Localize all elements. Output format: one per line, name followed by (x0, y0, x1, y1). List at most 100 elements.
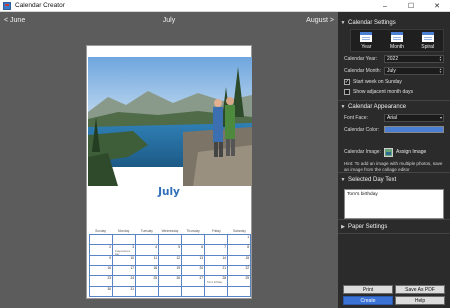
day-text-input[interactable]: Tom's birthday (344, 189, 444, 219)
appearance-header[interactable]: ▼ Calendar Appearance (338, 102, 450, 111)
calendar-grid: 1 2 3 Independence Day 4 5 6 7 8 9 10 11 12 13 14 15 16 1… (89, 234, 251, 297)
settings-panel: ▼ Calendar Settings Year Month Spiral Ca… (338, 12, 450, 308)
font-select[interactable]: Arial ▾ (384, 114, 444, 122)
image-label: Calendar Image: (344, 149, 381, 155)
day-cell[interactable]: 9 (90, 255, 113, 266)
day-cell[interactable]: 21 (205, 265, 228, 277)
day-cell[interactable]: 25 (136, 276, 159, 287)
day-cell[interactable]: 16 (90, 265, 113, 277)
day-number: 2 (109, 245, 111, 250)
minimize-button[interactable]: – (372, 0, 398, 12)
day-text-header[interactable]: ▼ Selected Day Text (338, 175, 450, 184)
save-pdf-button[interactable]: Save As PDF (395, 285, 445, 294)
close-button[interactable]: ✕ (424, 0, 450, 12)
day-cell[interactable]: 12 (159, 255, 182, 266)
paper-settings-header[interactable]: ▶ Paper Settings (338, 222, 450, 231)
view-type-selector: Year Month Spiral (350, 29, 444, 52)
day-cell[interactable] (90, 235, 113, 246)
calendar-year-icon (360, 31, 373, 42)
month-value: July (387, 68, 396, 74)
assign-label: Assign Image (396, 149, 427, 155)
day-cell[interactable]: 23 (90, 276, 113, 287)
day-cell[interactable]: 18 (136, 265, 159, 277)
day-cell[interactable]: 30 (90, 286, 113, 297)
checkbox-label: Start week on Sunday (353, 79, 402, 85)
day-cell[interactable]: 7 (205, 245, 228, 256)
day-cell[interactable] (159, 286, 182, 297)
day-cell[interactable] (182, 235, 205, 246)
collapse-arrow-icon: ▼ (340, 19, 346, 26)
day-cell[interactable]: 19 (159, 265, 182, 277)
day-cell[interactable]: 11 (136, 255, 159, 266)
month-select[interactable]: July ▲ ▼ (384, 67, 444, 75)
day-number: 23 (107, 276, 111, 281)
day-cell[interactable]: 24 (113, 276, 136, 287)
view-month-button[interactable]: Month (382, 30, 413, 51)
adjacent-days-option[interactable]: Show adjacent month days (344, 89, 413, 95)
create-button[interactable]: Create (343, 296, 393, 305)
day-number: 29 (245, 276, 249, 281)
day-number: 6 (201, 245, 203, 250)
day-cell[interactable] (136, 286, 159, 297)
day-cell[interactable]: 14 (205, 255, 228, 266)
year-stepper[interactable]: 2022 ▲ ▼ (384, 55, 444, 63)
day-cell[interactable]: 4 (136, 245, 159, 256)
day-cell[interactable]: 31 (113, 286, 136, 297)
day-number: 16 (107, 265, 111, 270)
day-cell[interactable] (159, 235, 182, 246)
view-year-button[interactable]: Year (351, 30, 382, 51)
day-cell[interactable]: 13 (182, 255, 205, 266)
day-cell[interactable]: 15 (228, 255, 251, 266)
day-cell[interactable]: 10 (113, 255, 136, 266)
window-title: Calendar Creator (15, 2, 65, 9)
print-button[interactable]: Print (343, 285, 393, 294)
day-event-text: Tom's birthday (207, 281, 223, 285)
day-cell[interactable] (228, 286, 251, 297)
next-month-link[interactable]: August > (306, 17, 334, 24)
day-number: 14 (222, 255, 226, 260)
day-cell[interactable] (182, 286, 205, 297)
assign-image-button[interactable]: Assign Image (384, 147, 436, 157)
day-number: 20 (199, 265, 203, 270)
calendar-color-picker[interactable] (384, 126, 444, 133)
section-title: Selected Day Text (348, 176, 397, 183)
day-cell[interactable]: 6 (182, 245, 205, 256)
day-cell[interactable]: 5 (159, 245, 182, 256)
weekday-label: Saturday (233, 229, 246, 233)
day-number: 25 (153, 276, 157, 281)
calendar-settings-header[interactable]: ▼ Calendar Settings (338, 18, 450, 27)
start-week-checkbox[interactable]: ✓ (344, 79, 350, 85)
current-month-label: July (162, 17, 176, 24)
help-button[interactable]: Help (395, 296, 445, 305)
adjacent-days-checkbox[interactable] (344, 89, 350, 95)
day-cell[interactable]: 22 (228, 265, 251, 277)
view-label: Year (361, 43, 372, 50)
color-label: Calendar Color: (344, 127, 380, 133)
day-cell[interactable]: 3 Independence Day (113, 245, 136, 256)
day-cell[interactable]: 1 (228, 235, 251, 246)
stepper-arrows-icon[interactable]: ▲ ▼ (439, 56, 442, 62)
maximize-button[interactable]: ☐ (398, 0, 424, 12)
day-cell[interactable]: 8 (228, 245, 251, 256)
calendar-photo[interactable] (88, 57, 252, 186)
day-cell[interactable] (136, 235, 159, 246)
stepper-arrows-icon[interactable]: ▲ ▼ (439, 68, 442, 74)
weekday-label: Wednesday (161, 229, 179, 233)
day-number: 21 (222, 265, 226, 270)
day-cell[interactable]: 2 (90, 245, 113, 256)
day-cell[interactable]: 26 (159, 276, 182, 287)
start-week-option[interactable]: ✓ Start week on Sunday (344, 79, 402, 85)
day-cell[interactable]: 20 (182, 265, 205, 277)
day-cell[interactable]: 27 (182, 276, 205, 287)
day-cell[interactable]: 28 Tom's birthday (205, 276, 228, 287)
day-cell[interactable] (205, 235, 228, 246)
day-number: 5 (178, 245, 180, 250)
day-number: 10 (130, 255, 134, 260)
calendar-preview: < June July August > July Sunday Monday … (0, 12, 338, 308)
day-cell[interactable]: 29 (228, 276, 251, 287)
day-cell[interactable] (113, 235, 136, 246)
day-cell[interactable] (205, 286, 228, 297)
view-spiral-button[interactable]: Spiral (412, 30, 443, 51)
day-number: 24 (130, 276, 134, 281)
day-cell[interactable]: 17 (113, 265, 136, 277)
